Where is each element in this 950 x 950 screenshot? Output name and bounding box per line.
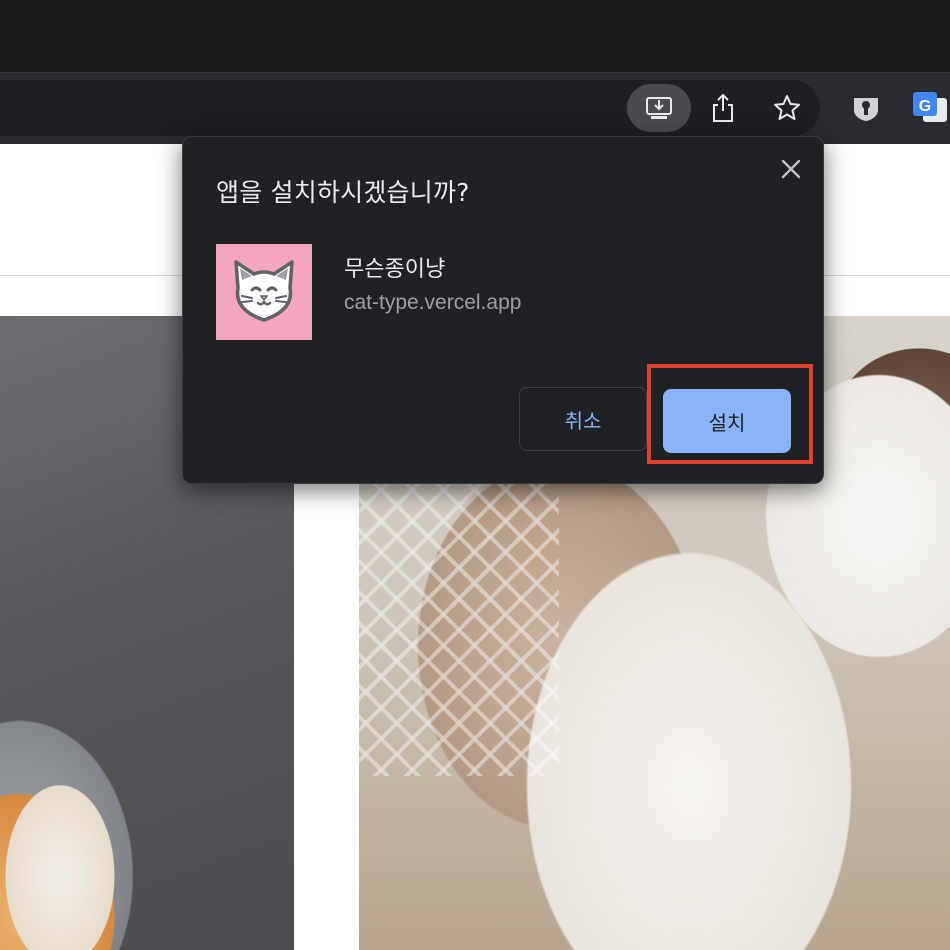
close-button[interactable] — [775, 153, 807, 185]
install-app-dialog: 앱을 설치하시겠습니까? 무슨종이냥 cat-type.vercel.app 취… — [182, 136, 824, 484]
svg-text:G: G — [919, 98, 931, 115]
share-button[interactable] — [691, 84, 755, 132]
password-manager-extension[interactable] — [846, 88, 886, 128]
close-icon — [781, 159, 801, 179]
google-translate-icon: G — [913, 92, 947, 122]
bookmark-button[interactable] — [755, 84, 819, 132]
app-icon — [216, 244, 312, 340]
share-icon — [713, 93, 733, 122]
window-titlebar — [0, 0, 950, 72]
install-app-button[interactable] — [627, 84, 691, 132]
dialog-title: 앱을 설치하시겠습니까? — [216, 178, 470, 207]
install-app-icon — [646, 97, 672, 119]
bookmark-star-icon — [774, 95, 800, 120]
google-translate-extension[interactable]: G — [910, 88, 950, 128]
cancel-button[interactable]: 취소 — [519, 387, 647, 451]
background-window — [359, 476, 559, 776]
cat-face-icon — [234, 260, 294, 322]
password-manager-icon — [854, 98, 878, 121]
app-url: cat-type.vercel.app — [344, 291, 522, 314]
install-button[interactable]: 설치 — [663, 389, 791, 453]
app-name: 무슨종이냥 — [344, 257, 446, 282]
